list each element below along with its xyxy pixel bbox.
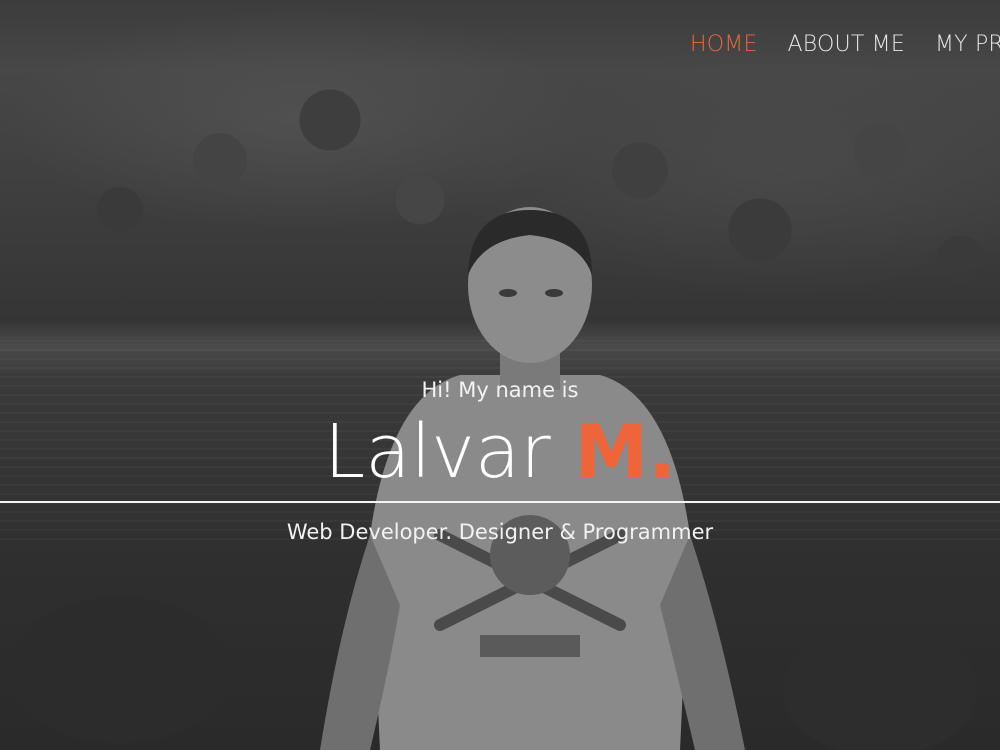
intro-text: Hi! My name is (421, 378, 579, 402)
hero-name: Lalvar M. (0, 410, 1000, 494)
hero-tagline: Web Developer. Designer & Programmer (286, 520, 714, 544)
nav-item-home[interactable]: HOME (690, 32, 758, 57)
hero-section: HOME ABOUT ME MY PR Hi! My name is Lalva… (0, 0, 1000, 750)
nav-item-my-projects[interactable]: MY PR (935, 32, 1000, 57)
hero-last-name: M. (574, 409, 676, 495)
nav-item-about-me[interactable]: ABOUT ME (788, 32, 905, 57)
hero-first-name: Lalvar (324, 409, 551, 495)
hero-divider (0, 501, 1000, 503)
main-nav: HOME ABOUT ME MY PR (690, 32, 1000, 57)
